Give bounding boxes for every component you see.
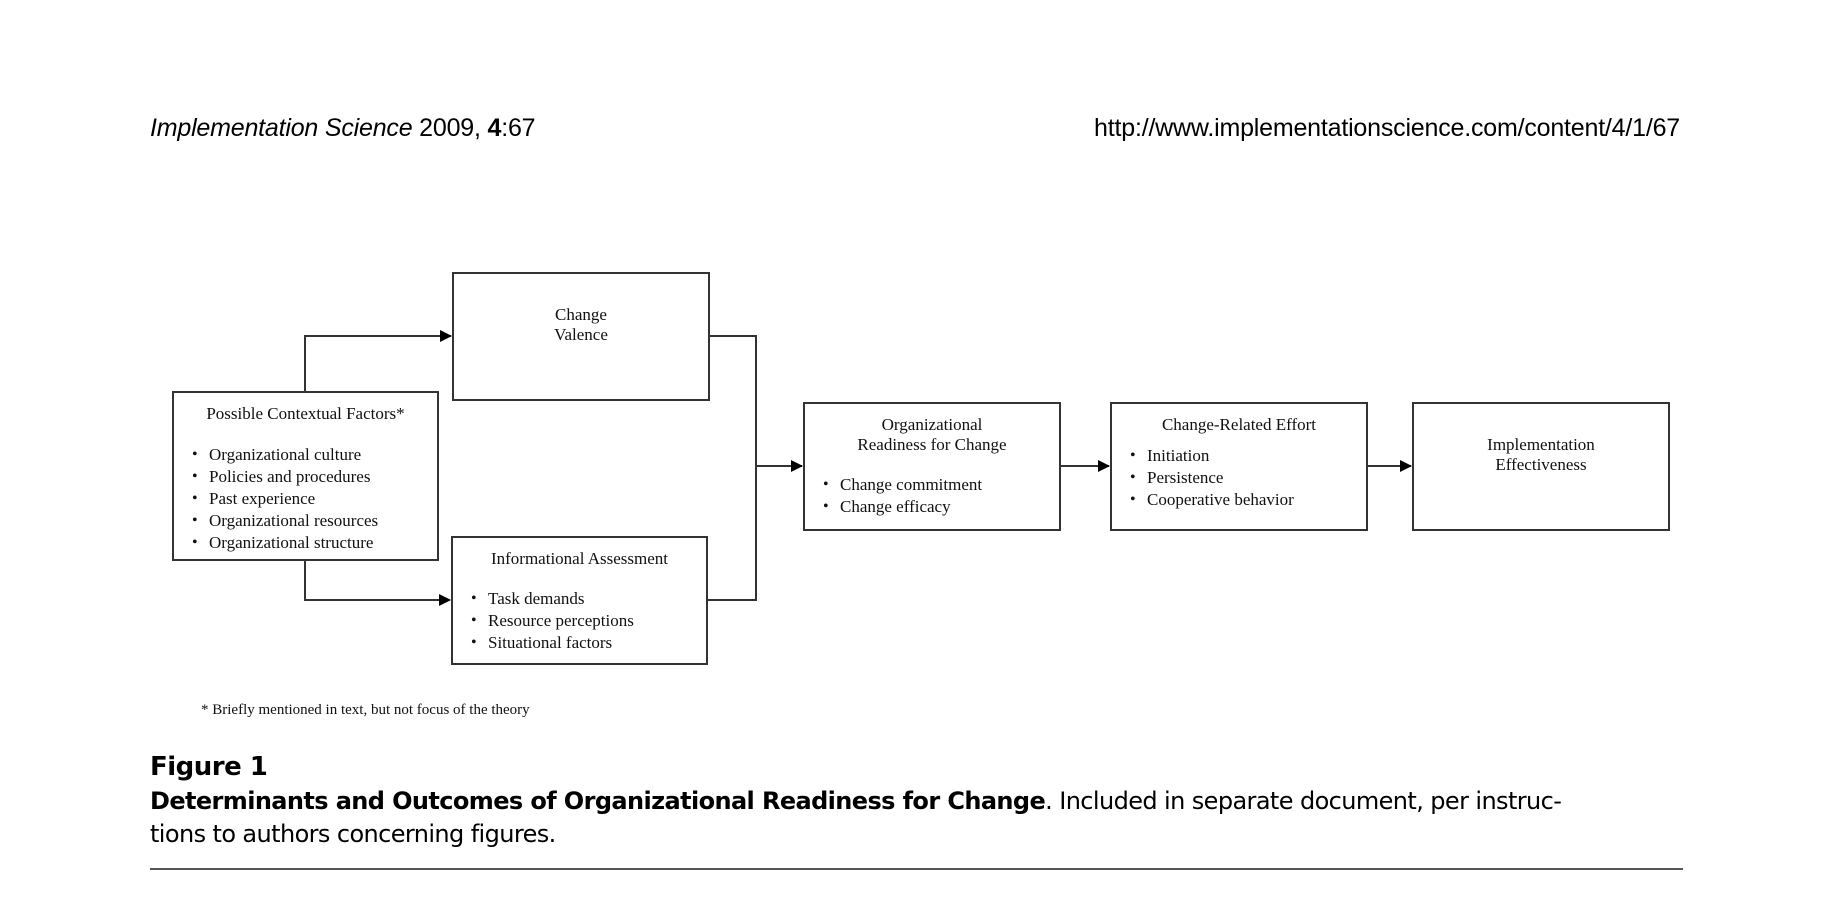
list-item: Task demands <box>468 588 706 610</box>
list-item: Policies and procedures <box>189 466 437 488</box>
list-item: Change efficacy <box>820 496 1059 518</box>
contextual-factors-box: Possible Contextual Factors* Organizatio… <box>172 391 439 561</box>
effort-list: Initiation Persistence Cooperative behav… <box>1112 445 1366 511</box>
box-title: Change-Related Effort <box>1161 415 1317 434</box>
title-line: Implementation <box>1487 435 1595 454</box>
list-item: Change commitment <box>820 474 1059 496</box>
caption-text: . Included in separate document, per ins… <box>1045 787 1562 815</box>
caption-title: Determinants and Outcomes of Organizatio… <box>150 787 1046 815</box>
list-item: Situational factors <box>468 632 706 654</box>
list-item: Organizational culture <box>189 444 437 466</box>
title-line: Readiness for Change <box>857 435 1007 454</box>
list-item: Cooperative behavior <box>1127 489 1366 511</box>
list-item: Initiation <box>1127 445 1366 467</box>
caption-text-line2: tions to authors concerning figures. <box>150 820 556 848</box>
figure-caption: Determinants and Outcomes of Organizatio… <box>150 785 1685 851</box>
title-line: Effectiveness <box>1495 455 1587 474</box>
organizational-readiness-box: Organizational Readiness for Change Chan… <box>803 402 1061 531</box>
box-title: Organizational Readiness for Change <box>805 415 1059 455</box>
implementation-effectiveness-box: Implementation Effectiveness <box>1412 402 1670 531</box>
informational-assessment-box: Informational Assessment Task demands Re… <box>451 536 708 665</box>
list-item: Resource perceptions <box>468 610 706 632</box>
factor-list: Organizational culture Policies and proc… <box>174 444 437 554</box>
horizontal-rule <box>150 868 1683 870</box>
arrow-context-to-valence <box>304 330 452 391</box>
list-item: Organizational structure <box>189 532 437 554</box>
box-title: Implementation Effectiveness <box>1414 435 1668 475</box>
change-valence-box: Change Valence <box>452 272 710 401</box>
assessment-list: Task demands Resource perceptions Situat… <box>453 588 706 654</box>
change-related-effort-box: Change-Related Effort Initiation Persist… <box>1110 402 1368 531</box>
title-line: Organizational <box>881 415 983 434</box>
line-valence-out <box>708 335 757 601</box>
diagram-footnote: * Briefly mentioned in text, but not foc… <box>201 702 530 718</box>
readiness-list: Change commitment Change efficacy <box>805 474 1059 518</box>
box-title: Informational Assessment <box>490 549 669 568</box>
figure-label: Figure 1 <box>150 752 268 782</box>
box-title: Change Valence <box>454 305 708 345</box>
title-line: Change <box>555 305 607 324</box>
arrow-context-to-info <box>304 561 451 606</box>
list-item: Organizational resources <box>189 510 437 532</box>
list-item: Persistence <box>1127 467 1366 489</box>
list-item: Past experience <box>189 488 437 510</box>
title-line: Valence <box>554 325 608 344</box>
box-title: Possible Contextual Factors* <box>206 404 405 423</box>
